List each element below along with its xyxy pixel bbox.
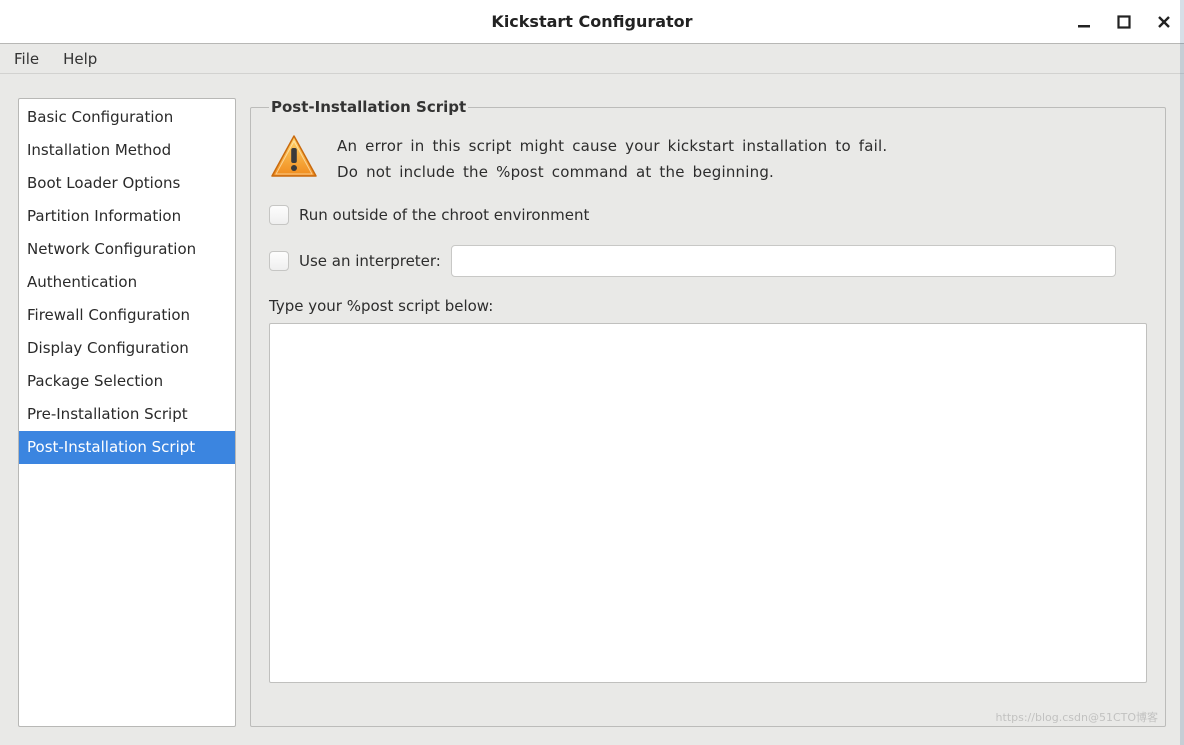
interpreter-checkbox[interactable] xyxy=(269,251,289,271)
sidebar-item-network-configuration[interactable]: Network Configuration xyxy=(19,233,235,266)
warning-triangle-icon xyxy=(269,134,319,180)
close-button[interactable] xyxy=(1154,12,1174,32)
sidebar[interactable]: Basic ConfigurationInstallation MethodBo… xyxy=(18,98,236,727)
sidebar-item-installation-method[interactable]: Installation Method xyxy=(19,134,235,167)
menu-help[interactable]: Help xyxy=(59,48,101,70)
sidebar-item-partition-information[interactable]: Partition Information xyxy=(19,200,235,233)
chroot-checkbox[interactable] xyxy=(269,205,289,225)
minimize-button[interactable] xyxy=(1074,12,1094,32)
post-install-groupbox: Post-Installation Script xyxy=(250,98,1166,727)
groupbox-legend: Post-Installation Script xyxy=(269,98,468,116)
sidebar-item-display-configuration[interactable]: Display Configuration xyxy=(19,332,235,365)
minimize-icon xyxy=(1076,14,1092,30)
chroot-label: Run outside of the chroot environment xyxy=(299,206,589,224)
window-border-right xyxy=(1180,0,1184,745)
sidebar-item-firewall-configuration[interactable]: Firewall Configuration xyxy=(19,299,235,332)
maximize-icon xyxy=(1117,15,1131,29)
main-panel: Post-Installation Script xyxy=(250,98,1166,727)
interpreter-input[interactable] xyxy=(451,245,1116,277)
sidebar-item-boot-loader-options[interactable]: Boot Loader Options xyxy=(19,167,235,200)
sidebar-item-basic-configuration[interactable]: Basic Configuration xyxy=(19,101,235,134)
chroot-row: Run outside of the chroot environment xyxy=(269,199,1147,231)
content-area: Basic ConfigurationInstallation MethodBo… xyxy=(0,74,1184,745)
warning-text: An error in this script might cause your… xyxy=(337,134,897,185)
window-title: Kickstart Configurator xyxy=(0,12,1184,31)
maximize-button[interactable] xyxy=(1114,12,1134,32)
close-icon xyxy=(1157,15,1171,29)
warning-row: An error in this script might cause your… xyxy=(269,128,1147,199)
sidebar-item-package-selection[interactable]: Package Selection xyxy=(19,365,235,398)
post-script-textarea[interactable] xyxy=(269,323,1147,683)
interpreter-row: Use an interpreter: xyxy=(269,239,1147,283)
titlebar: Kickstart Configurator xyxy=(0,0,1184,44)
menu-file[interactable]: File xyxy=(10,48,43,70)
interpreter-label: Use an interpreter: xyxy=(299,252,441,270)
sidebar-item-post-installation-script[interactable]: Post-Installation Script xyxy=(19,431,235,464)
window-controls xyxy=(1074,0,1174,44)
sidebar-item-pre-installation-script[interactable]: Pre-Installation Script xyxy=(19,398,235,431)
script-prompt: Type your %post script below: xyxy=(269,297,1147,315)
menubar: File Help xyxy=(0,44,1184,74)
sidebar-item-authentication[interactable]: Authentication xyxy=(19,266,235,299)
